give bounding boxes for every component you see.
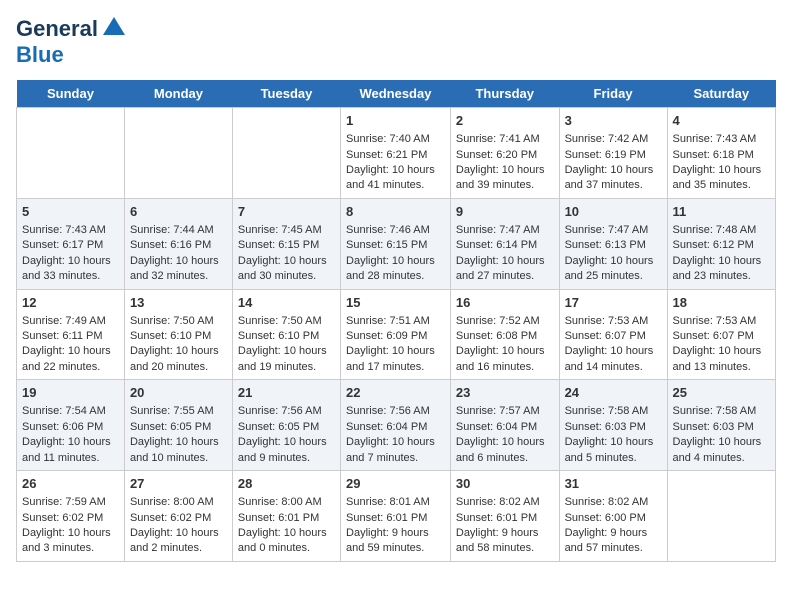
day-number: 6 [130,203,227,221]
calendar-week-3: 12Sunrise: 7:49 AMSunset: 6:11 PMDayligh… [17,289,776,380]
col-header-thursday: Thursday [450,80,559,108]
day-number: 14 [238,294,335,312]
day-number: 17 [565,294,662,312]
calendar-week-2: 5Sunrise: 7:43 AMSunset: 6:17 PMDaylight… [17,198,776,289]
calendar-cell: 18Sunrise: 7:53 AMSunset: 6:07 PMDayligh… [667,289,775,380]
calendar-cell: 23Sunrise: 7:57 AMSunset: 6:04 PMDayligh… [450,380,559,471]
calendar-cell: 20Sunrise: 7:55 AMSunset: 6:05 PMDayligh… [124,380,232,471]
day-number: 10 [565,203,662,221]
calendar-cell: 27Sunrise: 8:00 AMSunset: 6:02 PMDayligh… [124,471,232,562]
calendar-cell: 9Sunrise: 7:47 AMSunset: 6:14 PMDaylight… [450,198,559,289]
day-number: 25 [673,384,770,402]
day-number: 31 [565,475,662,493]
calendar-cell: 5Sunrise: 7:43 AMSunset: 6:17 PMDaylight… [17,198,125,289]
calendar-cell: 28Sunrise: 8:00 AMSunset: 6:01 PMDayligh… [232,471,340,562]
calendar-cell: 24Sunrise: 7:58 AMSunset: 6:03 PMDayligh… [559,380,667,471]
day-number: 21 [238,384,335,402]
calendar-cell: 4Sunrise: 7:43 AMSunset: 6:18 PMDaylight… [667,108,775,199]
calendar-cell: 13Sunrise: 7:50 AMSunset: 6:10 PMDayligh… [124,289,232,380]
calendar-cell [17,108,125,199]
col-header-saturday: Saturday [667,80,775,108]
day-number: 28 [238,475,335,493]
day-number: 1 [346,112,445,130]
logo-icon [101,15,127,41]
day-number: 15 [346,294,445,312]
calendar-cell: 26Sunrise: 7:59 AMSunset: 6:02 PMDayligh… [17,471,125,562]
day-number: 4 [673,112,770,130]
calendar-cell: 29Sunrise: 8:01 AMSunset: 6:01 PMDayligh… [341,471,451,562]
calendar-cell: 11Sunrise: 7:48 AMSunset: 6:12 PMDayligh… [667,198,775,289]
day-number: 29 [346,475,445,493]
calendar-cell [232,108,340,199]
day-number: 26 [22,475,119,493]
calendar-cell: 30Sunrise: 8:02 AMSunset: 6:01 PMDayligh… [450,471,559,562]
day-number: 3 [565,112,662,130]
day-number: 19 [22,384,119,402]
calendar-cell [124,108,232,199]
col-header-friday: Friday [559,80,667,108]
day-number: 9 [456,203,554,221]
day-number: 24 [565,384,662,402]
calendar-week-4: 19Sunrise: 7:54 AMSunset: 6:06 PMDayligh… [17,380,776,471]
day-number: 23 [456,384,554,402]
day-number: 8 [346,203,445,221]
calendar-cell: 8Sunrise: 7:46 AMSunset: 6:15 PMDaylight… [341,198,451,289]
calendar-cell: 16Sunrise: 7:52 AMSunset: 6:08 PMDayligh… [450,289,559,380]
day-number: 20 [130,384,227,402]
calendar-cell [667,471,775,562]
calendar-cell: 6Sunrise: 7:44 AMSunset: 6:16 PMDaylight… [124,198,232,289]
day-number: 30 [456,475,554,493]
calendar-week-5: 26Sunrise: 7:59 AMSunset: 6:02 PMDayligh… [17,471,776,562]
col-header-wednesday: Wednesday [341,80,451,108]
day-number: 13 [130,294,227,312]
header: General Blue [16,16,776,68]
calendar-cell: 25Sunrise: 7:58 AMSunset: 6:03 PMDayligh… [667,380,775,471]
col-header-tuesday: Tuesday [232,80,340,108]
calendar-cell: 22Sunrise: 7:56 AMSunset: 6:04 PMDayligh… [341,380,451,471]
col-header-sunday: Sunday [17,80,125,108]
calendar-cell: 31Sunrise: 8:02 AMSunset: 6:00 PMDayligh… [559,471,667,562]
calendar-table: SundayMondayTuesdayWednesdayThursdayFrid… [16,80,776,562]
logo-general: General [16,16,98,42]
day-number: 18 [673,294,770,312]
calendar-cell: 15Sunrise: 7:51 AMSunset: 6:09 PMDayligh… [341,289,451,380]
day-number: 27 [130,475,227,493]
day-number: 12 [22,294,119,312]
calendar-cell: 19Sunrise: 7:54 AMSunset: 6:06 PMDayligh… [17,380,125,471]
calendar-cell: 2Sunrise: 7:41 AMSunset: 6:20 PMDaylight… [450,108,559,199]
day-number: 7 [238,203,335,221]
day-number: 11 [673,203,770,221]
logo: General Blue [16,16,127,68]
day-number: 5 [22,203,119,221]
day-number: 16 [456,294,554,312]
calendar-cell: 21Sunrise: 7:56 AMSunset: 6:05 PMDayligh… [232,380,340,471]
day-number: 2 [456,112,554,130]
calendar-cell: 3Sunrise: 7:42 AMSunset: 6:19 PMDaylight… [559,108,667,199]
calendar-header: SundayMondayTuesdayWednesdayThursdayFrid… [17,80,776,108]
calendar-cell: 7Sunrise: 7:45 AMSunset: 6:15 PMDaylight… [232,198,340,289]
calendar-cell: 17Sunrise: 7:53 AMSunset: 6:07 PMDayligh… [559,289,667,380]
day-number: 22 [346,384,445,402]
calendar-cell: 1Sunrise: 7:40 AMSunset: 6:21 PMDaylight… [341,108,451,199]
calendar-week-1: 1Sunrise: 7:40 AMSunset: 6:21 PMDaylight… [17,108,776,199]
logo-blue: Blue [16,42,127,68]
calendar-cell: 12Sunrise: 7:49 AMSunset: 6:11 PMDayligh… [17,289,125,380]
col-header-monday: Monday [124,80,232,108]
calendar-cell: 14Sunrise: 7:50 AMSunset: 6:10 PMDayligh… [232,289,340,380]
calendar-cell: 10Sunrise: 7:47 AMSunset: 6:13 PMDayligh… [559,198,667,289]
